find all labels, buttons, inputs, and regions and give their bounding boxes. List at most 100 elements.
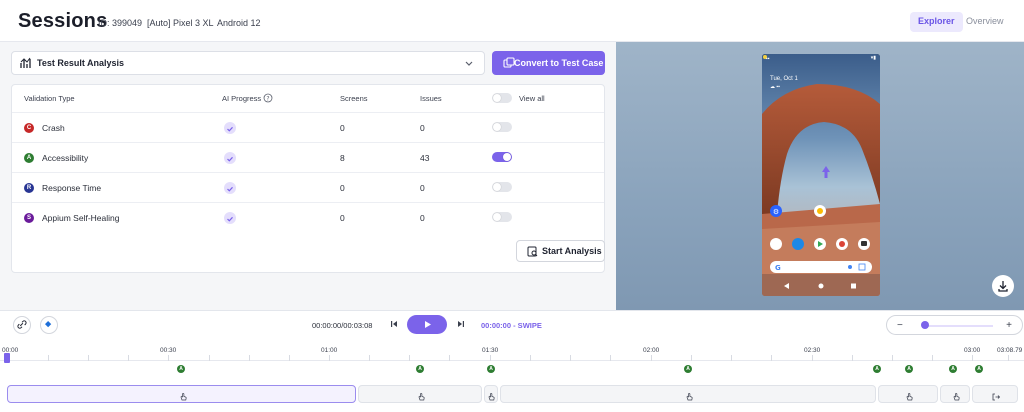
table-row: R Response Time 0 0 (12, 173, 604, 203)
timeline-panel: 00:00:00/00:03:08 00:00:00 - SWIPE − + 0… (0, 310, 1024, 412)
tab-explorer[interactable]: Explorer (910, 12, 963, 32)
svg-text:?: ? (266, 96, 269, 103)
tap-gesture-icon (904, 389, 914, 401)
battery-icon: ▾▮ (870, 55, 876, 61)
device-preview: ⚙ G ▪▪ ▾▮ Tue, Oct 1 ☁ ▪▪ (616, 42, 1024, 310)
screens-count: 0 (340, 213, 345, 223)
accessibility-marker-icon[interactable]: A (416, 365, 424, 373)
device-screen[interactable]: ⚙ G ▪▪ ▾▮ Tue, Oct 1 ☁ ▪▪ (762, 54, 880, 296)
table-row: S Appium Self-Healing 0 0 (12, 203, 604, 233)
analysis-dropdown[interactable]: Test Result Analysis (11, 51, 485, 75)
current-action: 00:00:00 - SWIPE (481, 321, 542, 330)
convert-label: Convert to Test Case (514, 58, 604, 68)
check-icon (224, 122, 236, 134)
timeline-segment[interactable] (878, 385, 938, 403)
view-toggle[interactable] (492, 152, 512, 162)
tick-label: 02:00 (643, 347, 660, 354)
header: Sessions ID: 399049 [Auto] Pixel 3 XL An… (0, 0, 1024, 42)
accessibility-marker-icon[interactable]: A (905, 365, 913, 373)
svg-text:G: G (775, 264, 781, 272)
accessibility-marker-icon[interactable]: A (684, 365, 692, 373)
view-all-toggle[interactable] (492, 93, 512, 103)
validation-type: Appium Self-Healing (42, 213, 120, 223)
diamond-icon (45, 321, 52, 328)
play-icon (425, 321, 431, 328)
start-analysis-button[interactable]: Start Analysis (516, 240, 605, 262)
analysis-icon (527, 246, 538, 257)
timeline-segment[interactable] (358, 385, 482, 403)
tick-label: 03:08.79 (997, 347, 1023, 354)
timeline-segment[interactable] (7, 385, 356, 403)
screens-count: 8 (340, 153, 345, 163)
link-icon (17, 320, 27, 329)
tap-gesture-icon (486, 389, 496, 401)
zoom-out-icon[interactable]: − (897, 320, 903, 331)
tap-gesture-icon (684, 389, 694, 401)
timeline-segment[interactable] (972, 385, 1018, 403)
tick-label: 02:30 (804, 347, 821, 354)
download-button[interactable] (992, 275, 1014, 297)
playhead[interactable] (4, 353, 10, 363)
status-bar: ▪▪ ▾▮ (762, 54, 880, 64)
download-icon (998, 281, 1008, 292)
timeline-ruler[interactable]: 00:00 00:30 01:00 01:30 02:00 02:30 03:0… (0, 347, 1024, 361)
playback-time: 00:00:00/00:03:08 (312, 321, 373, 330)
analysis-panel: Test Result Analysis Convert to Test Cas… (0, 42, 616, 310)
status-time-icon: ▪▪ (766, 56, 770, 62)
skip-back-icon[interactable] (389, 319, 399, 329)
table-header: Validation Type AI Progress ? Screens Is… (12, 85, 604, 113)
view-toggle[interactable] (492, 212, 512, 222)
timeline-segment[interactable] (500, 385, 876, 403)
zoom-slider-thumb[interactable] (921, 321, 929, 329)
issues-count: 0 (420, 183, 425, 193)
accessibility-marker-icon[interactable]: A (949, 365, 957, 373)
timeline-segment[interactable] (484, 385, 498, 403)
header-screens: Screens (340, 94, 368, 103)
issues-count: 0 (420, 123, 425, 133)
header-issues: Issues (420, 94, 442, 103)
zoom-control: − + (886, 315, 1023, 335)
table-row: C Crash 0 0 (12, 113, 604, 143)
diamond-button[interactable] (40, 316, 58, 334)
chart-icon (20, 57, 31, 68)
screens-count: 0 (340, 123, 345, 133)
crash-badge-icon: C (24, 123, 34, 133)
tick-label: 01:30 (482, 347, 499, 354)
check-icon (224, 212, 236, 224)
wallpaper-image: ⚙ G (762, 54, 880, 296)
tap-gesture-icon (416, 389, 426, 401)
check-icon (224, 152, 236, 164)
link-button[interactable] (13, 316, 31, 334)
zoom-slider-track[interactable] (923, 325, 993, 327)
tab-overview[interactable]: Overview (958, 12, 1012, 32)
lockscreen-date: Tue, Oct 1 (770, 76, 798, 82)
validation-type: Crash (42, 123, 65, 133)
chevron-down-icon (465, 61, 473, 66)
header-view-all: View all (519, 94, 545, 103)
play-button[interactable] (407, 315, 447, 334)
weather-icon: ☁ ▪▪ (770, 84, 780, 90)
validation-type: Response Time (42, 183, 102, 193)
page-title: Sessions (18, 10, 108, 32)
tap-gesture-icon (178, 389, 188, 401)
convert-to-test-case-button[interactable]: Convert to Test Case (492, 51, 605, 75)
issues-count: 0 (420, 213, 425, 223)
accessibility-marker-icon[interactable]: A (975, 365, 983, 373)
zoom-in-icon[interactable]: + (1006, 320, 1012, 331)
session-id: ID: 399049 (98, 18, 143, 28)
accessibility-marker-icon[interactable]: A (487, 365, 495, 373)
accessibility-marker-icon[interactable]: A (873, 365, 881, 373)
timeline-segment[interactable] (940, 385, 970, 403)
header-ai-progress: AI Progress (222, 94, 262, 103)
device-name: [Auto] Pixel 3 XL (147, 18, 214, 28)
header-validation-type: Validation Type (24, 94, 75, 103)
view-toggle[interactable] (492, 122, 512, 132)
view-toggle[interactable] (492, 182, 512, 192)
table-row: A Accessibility 8 43 (12, 143, 604, 173)
self-healing-badge-icon: S (24, 213, 34, 223)
tap-gesture-icon (951, 389, 961, 401)
dropdown-value: Test Result Analysis (37, 58, 125, 68)
skip-forward-icon[interactable] (456, 319, 466, 329)
accessibility-marker-icon[interactable]: A (177, 365, 185, 373)
info-icon[interactable]: ? (263, 93, 273, 103)
